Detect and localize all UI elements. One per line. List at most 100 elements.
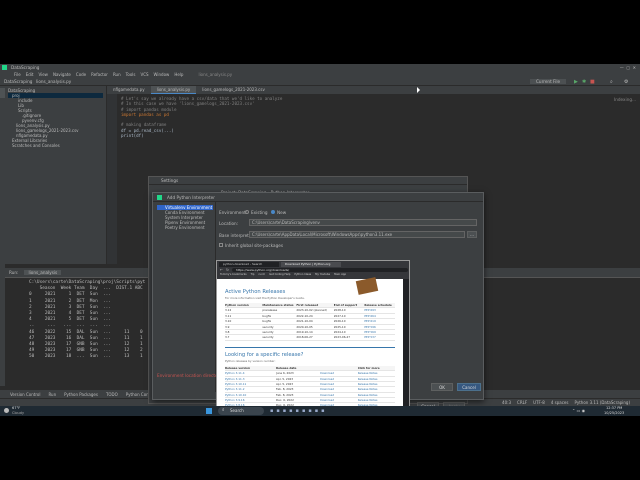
menu-edit[interactable]: Edit [26,72,34,77]
menu-run[interactable]: Run [113,72,121,77]
release-version-link[interactable]: Python 3.10.11 [225,382,276,386]
browser-window: python.download - Search Download Python… [216,260,410,416]
tool-python-packages[interactable]: Python Packages [64,392,98,397]
status-interpreter[interactable]: Python 3.11 (DataScraping) [574,400,630,405]
inherit-label: Inherit global site-packages [225,243,284,248]
download-link[interactable]: Download [320,377,357,381]
release-notes-link[interactable]: Release Notes [358,371,395,375]
stop-icon[interactable]: ■ [590,79,595,85]
release-version-link[interactable]: Python 3.10.10 [225,393,276,397]
reload-icon[interactable]: ↻ [226,268,229,272]
app-logo-icon [2,65,7,70]
debug-icon[interactable]: ✱ [582,79,586,85]
option-poetry[interactable]: Poetry Environment [157,225,213,230]
release-version-link[interactable]: Python 3.11.2 [225,387,276,391]
download-link[interactable]: Download [320,387,357,391]
tool-run[interactable]: Run [48,392,56,397]
ok-button[interactable]: OK [431,383,453,391]
tab-csv[interactable]: lions_gamelogs_2021-2023.csv [196,86,271,94]
menu-window[interactable]: Window [154,72,170,77]
search-icon: ⌕ [222,408,225,413]
tray-icons[interactable]: ⌃ ▭ ◉ [572,408,585,413]
download-link[interactable]: Download [320,382,357,386]
existing-radio[interactable] [245,210,249,214]
table-cell: 2019-10-14 [296,329,313,334]
release-version-link[interactable]: Python 3.11.4 [225,371,276,375]
tree-scratches[interactable]: Scratches and Consoles [8,143,103,148]
base-interpreter-select[interactable]: C:\Users\carte\AppData\Local\Microsoft\W… [249,231,465,238]
download-link[interactable]: Download [320,393,357,397]
location-input[interactable]: C:\Users\carte\DataScraping\venv [249,219,477,226]
release-notes-link[interactable]: Release Notes [358,377,395,381]
run-icon[interactable]: ▶ [574,79,578,85]
location-label: Location: [219,221,239,226]
menu-file[interactable]: File [14,72,21,77]
weather-temp: 67°F [12,406,21,410]
weather-icon[interactable] [4,408,9,413]
release-notes-link[interactable]: Release Notes [358,382,395,386]
browser-side-panel [403,279,409,416]
menu-refactor[interactable]: Refactor [91,72,108,77]
pep-link[interactable]: PEP 569 [364,330,395,334]
tool-version-control[interactable]: Version Control [10,392,40,397]
new-radio[interactable] [271,210,275,214]
menu-help[interactable]: Help [174,72,183,77]
tool-todo[interactable]: TODO [106,392,118,397]
table-cell: bugfix [262,319,272,324]
address-bar[interactable]: https://www.python.org/downloads/ [231,268,408,272]
table-cell: 3.9 [225,324,230,329]
tab-lions-analysis[interactable]: lions_analysis.py [150,86,197,94]
inherit-checkbox[interactable] [219,243,223,247]
run-tab[interactable]: lions_analysis [24,270,62,275]
menu-tools[interactable]: Tools [126,72,136,77]
release-notes-link[interactable]: Release Notes [358,387,395,391]
table-cell: 3.10 [225,319,232,324]
back-icon[interactable]: ← [220,268,223,272]
status-encoding[interactable]: UTF-8 [533,400,545,405]
status-line-sep[interactable]: CRLF [517,400,527,405]
release-notes-link[interactable]: Release Notes [358,393,395,397]
existing-label: Existing [251,210,268,215]
run-label: Run: [9,270,19,275]
release-version-link[interactable]: Python 3.9.16 [225,398,276,402]
release-version-link[interactable]: Python 3.11.3 [225,377,276,381]
clock-date: 10/25/2023 [604,410,625,415]
browser-tab-search[interactable]: python.download - Search [219,262,279,267]
browse-button[interactable]: … [467,231,477,238]
download-link[interactable]: Download [320,398,357,402]
breadcrumb-file[interactable]: lions_analysis.py [36,79,71,84]
table-cell: security [262,324,274,329]
download-link[interactable]: Download [320,371,357,375]
release-date: Feb. 8, 2023 [276,387,294,392]
breadcrumb-project[interactable]: DataScraping [4,79,32,84]
pep-link[interactable]: PEP 693 [364,308,395,312]
status-position[interactable]: 40:3 [502,400,511,405]
search-icon[interactable]: ⌕ [610,79,613,85]
window-controls[interactable]: — ▢ ✕ [620,65,636,70]
active-releases-subtitle: For more information visit the Python De… [225,296,305,300]
pep-link[interactable]: PEP 537 [364,335,395,339]
settings-gear-icon[interactable]: ⚙ [624,79,628,85]
pep-link[interactable]: PEP 619 [364,319,395,323]
tab-nflgamedata[interactable]: nflgamedata.py [107,86,151,94]
start-windows-icon[interactable] [206,408,212,414]
run-config-select[interactable]: Current File [530,79,567,84]
table-cell: 2028-10 [333,308,346,313]
menu-navigate[interactable]: Navigate [53,72,71,77]
browser-chrome: python.download - Search Download Python… [217,261,409,279]
pep-link[interactable]: PEP 596 [364,325,395,329]
browser-tab-python[interactable]: Download Python | Python.org [281,262,341,267]
navigation-bar: DataScraping lions_analysis.py Current F… [0,78,640,86]
taskbar-apps[interactable]: ▪▪▪▪▪▪▪▪▪ [270,408,328,414]
table-cell: bugfix [262,313,272,318]
menu-code[interactable]: Code [76,72,86,77]
interpreter-cancel-button[interactable]: Cancel [457,383,481,391]
environment-label: Environment: [219,210,248,215]
pep-link[interactable]: PEP 664 [364,314,395,318]
interpreter-type-list: Virtualenv Environment Conda Environment… [157,205,213,230]
status-indent[interactable]: 4 spaces [551,400,569,405]
table-cell: 3.12 [225,308,232,313]
menu-vcs[interactable]: VCS [140,72,148,77]
menu-view[interactable]: View [38,72,48,77]
release-notes-link[interactable]: Release Notes [358,398,395,402]
